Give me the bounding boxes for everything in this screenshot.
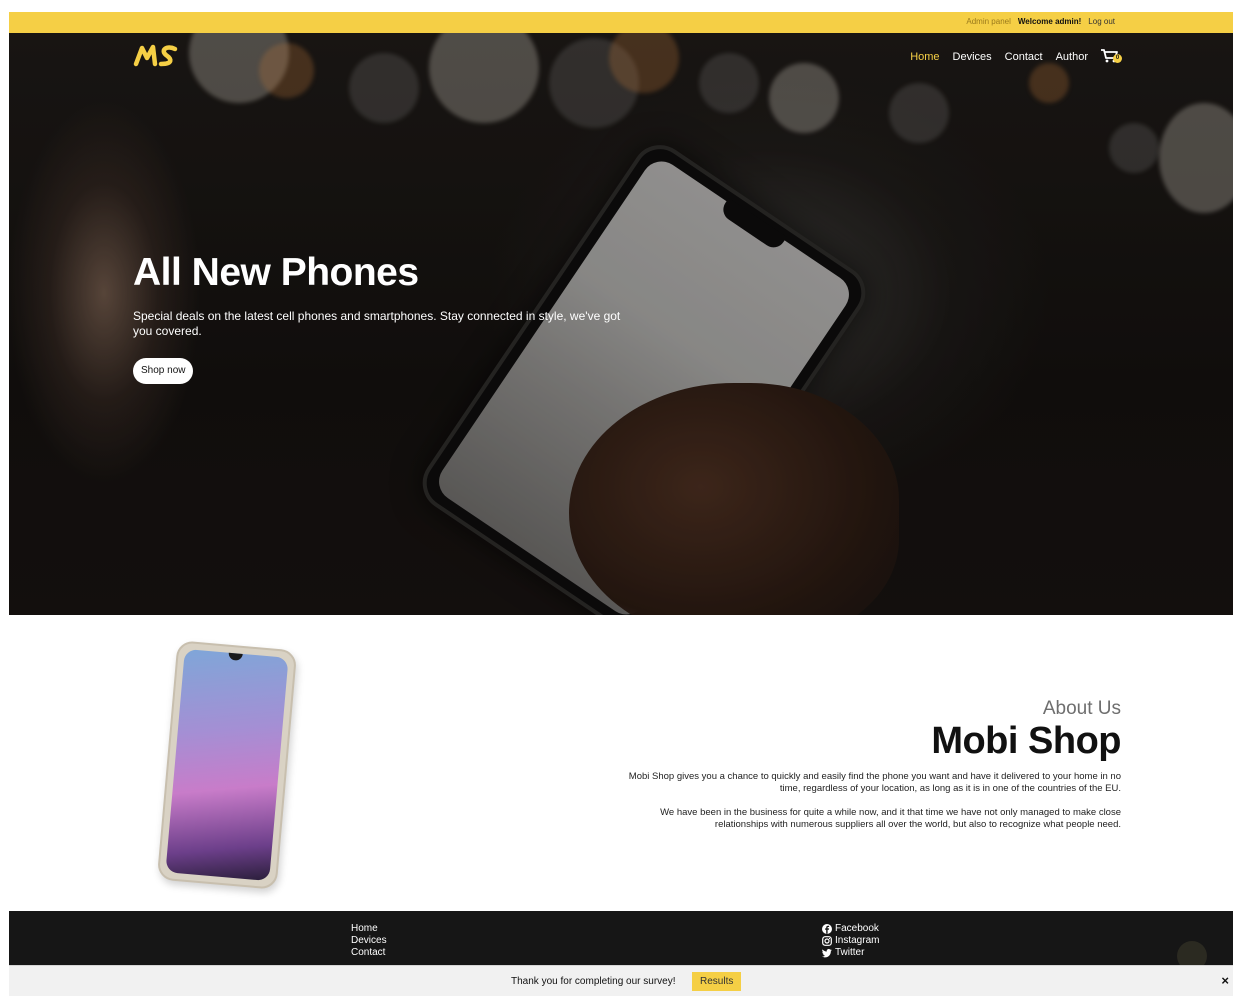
footer-link-home[interactable]: Home xyxy=(351,923,378,935)
footer-link-devices[interactable]: Devices xyxy=(351,935,387,947)
nav-home[interactable]: Home xyxy=(910,51,939,63)
about-paragraph: We have been in the business for quite a… xyxy=(660,807,1121,830)
instagram-icon xyxy=(822,936,832,946)
social-facebook[interactable]: Facebook xyxy=(822,923,879,935)
ms-logo[interactable] xyxy=(133,42,181,70)
footer-link-contact[interactable]: Contact xyxy=(351,947,385,959)
nav-contact[interactable]: Contact xyxy=(1005,51,1043,63)
about-kicker: About Us xyxy=(1042,698,1121,719)
nav-author[interactable]: Author xyxy=(1056,51,1088,63)
survey-message: Thank you for completing our survey! xyxy=(511,976,676,987)
hero-title: All New Phones xyxy=(133,251,419,294)
admin-panel-link[interactable]: Admin panel xyxy=(966,17,1010,26)
hero-subtitle: Special deals on the latest cell phones … xyxy=(133,309,621,338)
social-twitter[interactable]: Twitter xyxy=(822,947,879,959)
nav-devices[interactable]: Devices xyxy=(953,51,992,63)
results-button[interactable]: Results xyxy=(692,972,742,991)
about-section: About Us Mobi Shop Mobi Shop gives you a… xyxy=(9,615,1233,911)
cart-button[interactable]: 0 xyxy=(1101,49,1123,65)
welcome-text: Welcome admin! xyxy=(1017,17,1082,26)
product-phone-image xyxy=(156,640,298,890)
cart-count-badge: 0 xyxy=(1113,54,1122,63)
twitter-icon xyxy=(822,949,832,958)
page: Admin panel Welcome admin! Log out Home … xyxy=(9,12,1233,996)
shop-now-button[interactable]: Shop now xyxy=(133,358,194,384)
footer-links: Home Devices Contact xyxy=(351,923,387,959)
about-paragraph: Mobi Shop gives you a chance to quickly … xyxy=(628,771,1121,794)
main-nav: Home Devices Contact Author 0 xyxy=(910,49,1123,65)
hero-section: Home Devices Contact Author 0 All New Ph… xyxy=(9,33,1233,615)
footer-social: Facebook Instagram Twitter xyxy=(822,923,879,959)
social-instagram[interactable]: Instagram xyxy=(822,935,879,947)
survey-bar: Thank you for completing our survey! Res… xyxy=(9,965,1233,996)
close-icon[interactable]: × xyxy=(1221,973,1229,988)
facebook-icon xyxy=(822,924,832,934)
about-title: Mobi Shop xyxy=(931,720,1121,762)
logout-link[interactable]: Log out xyxy=(1088,17,1115,26)
admin-topbar: Admin panel Welcome admin! Log out xyxy=(9,12,1233,33)
